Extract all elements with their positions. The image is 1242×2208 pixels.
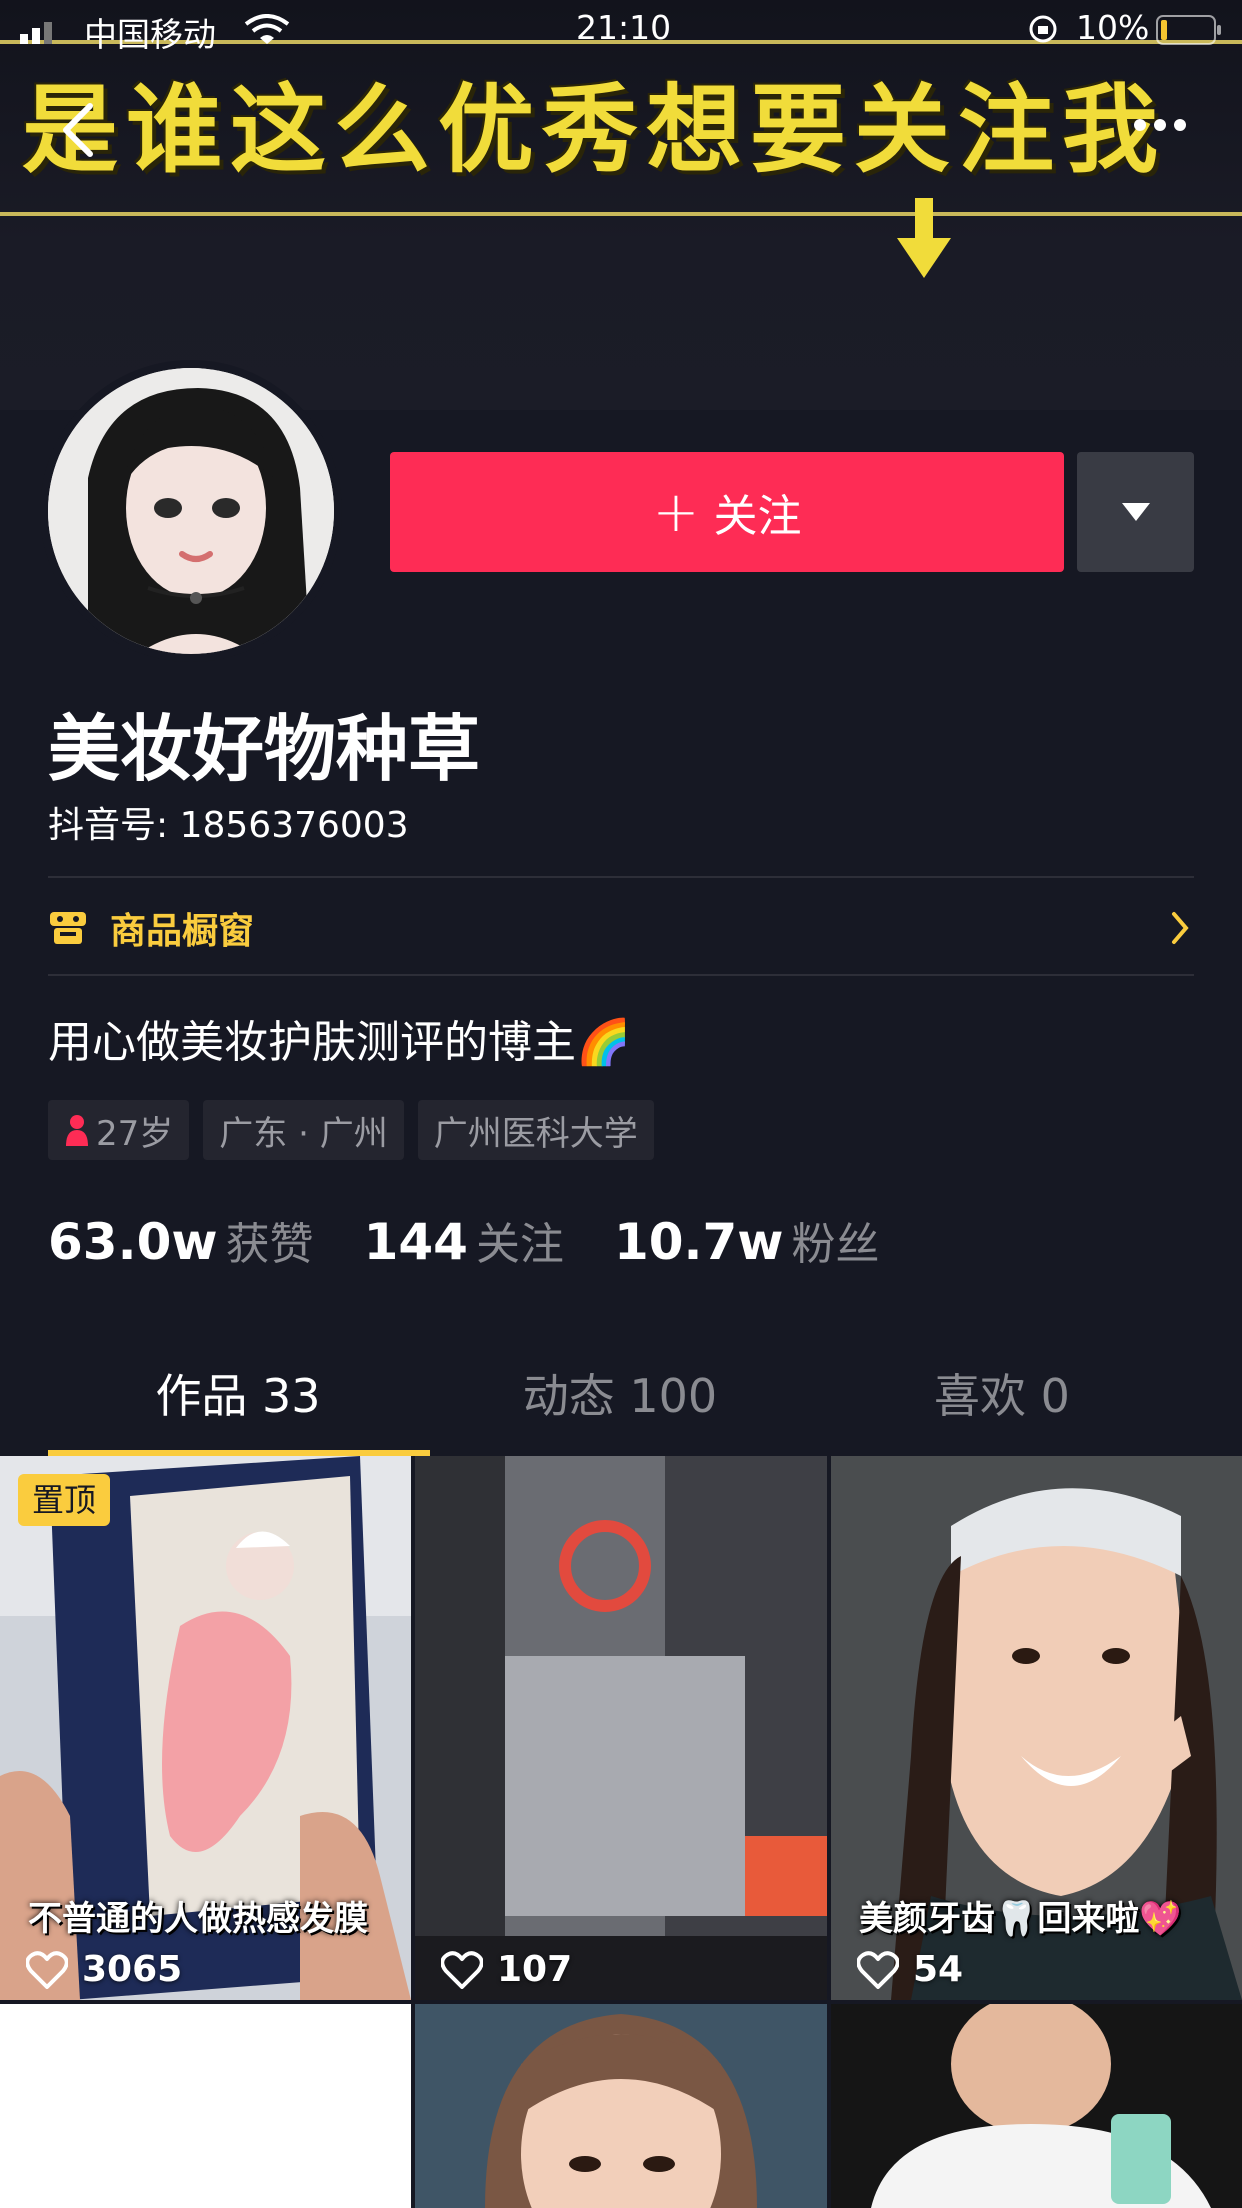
- down-arrow-icon: [897, 198, 951, 278]
- video-thumbnail[interactable]: [415, 2004, 827, 2208]
- heart-icon: [26, 1950, 68, 1989]
- followers-label: 粉丝: [791, 1219, 880, 1270]
- heart-icon: [857, 1950, 899, 1989]
- profile-stats: 63.0w 获赞 144 关注 10.7w 粉丝: [48, 1208, 930, 1272]
- recommend-dropdown-button[interactable]: [1077, 452, 1194, 572]
- pinned-badge: 置顶: [18, 1474, 111, 1526]
- girl-tshirt-thumbnail: [831, 2004, 1242, 2208]
- heart-icon: [441, 1950, 483, 1989]
- status-bar: 中国移动 21:10 10%: [0, 0, 1242, 56]
- divider: [48, 974, 1194, 976]
- likes-stat: 63.0w 获赞: [48, 1208, 314, 1272]
- caret-down-icon: [1121, 503, 1150, 521]
- school-tag[interactable]: 广州医科大学: [417, 1100, 654, 1160]
- likes-label: 获赞: [225, 1219, 314, 1270]
- more-icon[interactable]: [1130, 110, 1190, 140]
- video-likes: 3065: [26, 1949, 182, 1990]
- profile-banner: 是谁这么优秀想要关注我: [0, 0, 1242, 410]
- video-likes-count: 54: [913, 1949, 964, 1990]
- product-showcase-link[interactable]: 商品橱窗: [48, 880, 1194, 976]
- profile-tags: 27岁 广东 · 广州 广州医科大学: [48, 1100, 654, 1160]
- video-likes-count: 107: [497, 1949, 573, 1990]
- rotation-lock-icon: [1029, 15, 1057, 43]
- following-stat[interactable]: 144 关注: [364, 1208, 564, 1272]
- school-label: 广州医科大学: [433, 1113, 638, 1154]
- tab-works[interactable]: 作品 33: [48, 1346, 428, 1446]
- tab-moments[interactable]: 动态 100: [430, 1346, 810, 1446]
- location-label: 广东 · 广州: [219, 1113, 388, 1154]
- video-likes-count: 3065: [82, 1949, 183, 1990]
- white-thumbnail: [0, 2004, 411, 2208]
- video-thumbnail[interactable]: 107: [415, 1456, 827, 2000]
- video-caption: 不普通的人做热感发膜: [28, 1899, 368, 1939]
- following-count: 144: [363, 1213, 468, 1271]
- douyin-id: 抖音号: 1856376003: [48, 805, 409, 846]
- carrier-label: 中国移动: [84, 15, 216, 54]
- female-icon: [66, 1115, 88, 1146]
- avatar-illustration: [48, 368, 334, 654]
- battery-icon: [1156, 15, 1221, 45]
- nickname: 美妆好物种草: [48, 707, 481, 791]
- profile-tabs: 作品 33 动态 100 喜欢 0: [0, 1346, 1242, 1456]
- battery-percent: 10%: [1076, 8, 1150, 47]
- tab-likes[interactable]: 喜欢 0: [812, 1346, 1192, 1446]
- video-thumbnail[interactable]: 美颜牙齿🦷回来啦💖 54: [831, 1456, 1242, 2000]
- video-likes: 54: [857, 1949, 963, 1990]
- chevron-right-icon: [1172, 912, 1189, 944]
- lipstick-thumbnail: [415, 1456, 827, 2000]
- wifi-icon: [244, 14, 290, 44]
- avatar[interactable]: [48, 368, 334, 654]
- location-tag: 广东 · 广州: [203, 1100, 404, 1160]
- followers-stat[interactable]: 10.7w 粉丝: [614, 1208, 880, 1272]
- age-tag: 27岁: [48, 1100, 190, 1160]
- plus-icon: +: [652, 479, 700, 545]
- banner-headline: 是谁这么优秀想要关注我: [22, 74, 1166, 186]
- follow-button[interactable]: + 关注: [390, 452, 1064, 572]
- following-label: 关注: [475, 1219, 564, 1270]
- video-thumbnail[interactable]: [0, 2004, 411, 2208]
- likes-count: 63.0w: [48, 1213, 218, 1271]
- divider: [48, 876, 1194, 878]
- video-likes: 107: [441, 1949, 572, 1990]
- follow-label: 关注: [713, 491, 802, 542]
- age-label: 27岁: [96, 1113, 174, 1154]
- bio: 用心做美妆护肤测评的博主🌈: [48, 1017, 631, 1068]
- signal-icon: [20, 22, 52, 44]
- video-thumbnail[interactable]: 置顶 不普通的人做热感发膜 3065: [0, 1456, 411, 2000]
- video-caption: 美颜牙齿🦷回来啦💖: [859, 1899, 1182, 1939]
- shop-icon: [50, 912, 86, 944]
- girl-thumbnail: [415, 2004, 827, 2208]
- video-thumbnail[interactable]: [831, 2004, 1242, 2208]
- followers-count: 10.7w: [613, 1213, 784, 1271]
- clock: 21:10: [576, 8, 672, 47]
- chevron-left-icon[interactable]: [58, 100, 98, 160]
- shop-label: 商品橱窗: [110, 911, 255, 952]
